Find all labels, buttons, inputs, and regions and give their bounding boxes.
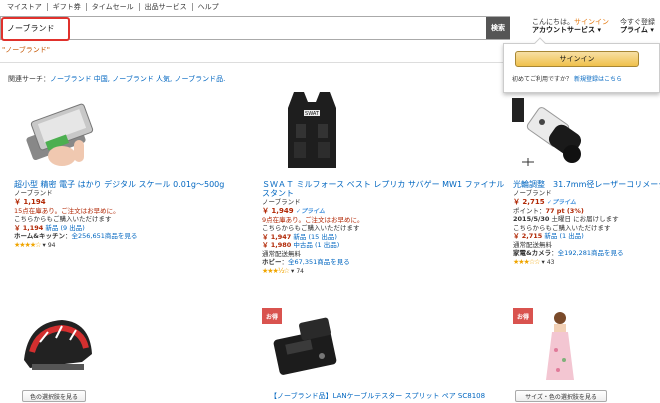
signin-popover: サインイン 初めてご利用ですか？ 新規登録はこちら — [503, 37, 660, 93]
new-user-text: 初めてご利用ですか？ 新規登録はこちら — [512, 76, 622, 83]
review-count[interactable]: 94 — [48, 242, 56, 249]
points-label: ポイント： — [513, 206, 546, 215]
account-menu[interactable]: こんにちは。サインイン アカウントサービス ▾ — [532, 18, 609, 34]
category-rank-link[interactable]: 全192,281商品を見る — [558, 249, 624, 257]
category-rank-link[interactable]: 全67,351商品を見る — [288, 258, 350, 266]
product-title[interactable]: ＳＷＡＴ ミルフォース ベスト レプリカ サバゲー MW1 ファイナル スタント — [262, 180, 507, 198]
header-signin-link[interactable]: サインイン — [574, 18, 609, 26]
star-rating-icon[interactable]: ★★★½☆ — [262, 267, 290, 275]
prime-register-label: 今すぐ登録 — [620, 18, 655, 26]
prime-label: プライム — [620, 26, 648, 34]
product-image-vest[interactable]: SWAT — [282, 88, 342, 174]
product-image-dress[interactable] — [530, 310, 590, 384]
register-link[interactable]: 新規登録はこちら — [574, 76, 622, 83]
shipping-info: 通常配送無料 — [262, 249, 301, 258]
other-price: ￥ 1,947 — [262, 232, 292, 241]
category-rank-link[interactable]: 全256,651商品を見る — [71, 232, 137, 240]
product-title-lan-tester[interactable]: 【ノーブランド品】LANケーブルテスター スプリット ペア SC8108 — [270, 391, 485, 401]
product-seller: ノーブランド — [513, 189, 552, 197]
prime-badge-icon: ✓プライム — [296, 207, 325, 215]
account-services-label: アカウントサービス — [532, 26, 595, 34]
divider — [0, 62, 510, 63]
review-count[interactable]: 43 — [547, 259, 555, 266]
related-label: 関連サーチ： — [8, 75, 50, 83]
prime-menu[interactable]: 今すぐ登録 プライム ▾ — [620, 18, 655, 34]
stock-status: 15点在庫あり。ご注文はお早めに。 — [14, 206, 120, 215]
chevron-down-icon: ▾ — [650, 26, 654, 34]
product-price: ￥ 1,194 — [14, 197, 46, 206]
used-price: ￥ 1,980 — [262, 241, 292, 249]
nav-seller-services[interactable]: 出品サービス — [140, 3, 193, 11]
chevron-down-icon: ▾ — [597, 26, 601, 34]
top-nav: マイストア ギフト券 タイムセール 出品サービス ヘルプ — [0, 0, 660, 14]
related-searches: 関連サーチ：ノーブランド 中国, ノーブランド 人気, ノーブランド品. — [8, 74, 225, 84]
points-value: 77 pt (3%) — [545, 206, 584, 215]
product-image-lan-tester[interactable] — [270, 316, 344, 382]
nav-my-store[interactable]: マイストア — [2, 3, 48, 11]
svg-text:SWAT: SWAT — [305, 111, 320, 117]
other-sellers-label: こちらからもご購入いただけます — [14, 215, 112, 223]
prime-badge-icon: ✓プライム — [547, 198, 576, 206]
stock-status: 9点在庫あり。ご注文はお早めに。 — [262, 215, 364, 224]
search-input[interactable]: ノーブランド — [0, 16, 510, 41]
color-options-button[interactable]: 色の選択肢を見る — [22, 390, 86, 402]
used-offers-link[interactable]: 中古品 (1 出品) — [293, 241, 339, 249]
product-image-helmet[interactable] — [18, 312, 96, 382]
search-button[interactable]: 検索 — [486, 17, 510, 39]
product-title[interactable]: 光輪調整 31.7mm径レーザーコリメーター — [513, 180, 660, 189]
star-rating-icon[interactable]: ★★★☆☆ — [513, 258, 540, 266]
review-count[interactable]: 74 — [296, 268, 304, 275]
product-title[interactable]: 超小型 精密 電子 はかり デジタル スケール 0.01g～500g — [14, 180, 229, 189]
search-query-text: ノーブランド — [7, 24, 55, 33]
product-image-scale[interactable] — [20, 90, 100, 170]
category-name[interactable]: ホーム&キッチン — [14, 232, 65, 240]
nav-gift-card[interactable]: ギフト券 — [48, 3, 87, 11]
nav-time-sale[interactable]: タイムセール — [87, 3, 140, 11]
delivery-date: 2015/5/30 — [513, 215, 550, 223]
product-price: ￥ 2,715 — [513, 197, 545, 206]
product-price: ￥ 1,949 — [262, 206, 294, 215]
other-sellers-label: こちらからもご購入いただけます — [262, 224, 360, 232]
other-sellers-label: こちらからもご購入いただけます — [513, 223, 611, 232]
size-color-options-button[interactable]: サイズ・色の選択肢を見る — [515, 390, 607, 402]
nav-help[interactable]: ヘルプ — [193, 3, 224, 11]
product-card-collimator: 光輪調整 31.7mm径レーザーコリメーター ノーブランド ￥ 2,715 ✓プ… — [513, 180, 660, 266]
other-price: ￥ 2,715 — [513, 232, 543, 240]
product-card-scale: 超小型 精密 電子 はかり デジタル スケール 0.01g～500g ノーブラン… — [14, 180, 229, 250]
greeting-text: こんにちは。 — [532, 18, 574, 26]
product-card-vest: ＳＷＡＴ ミルフォース ベスト レプリカ サバゲー MW1 ファイナル スタント… — [262, 180, 507, 276]
category-name[interactable]: ホビー — [262, 258, 282, 266]
other-offers-link[interactable]: 新品 (15 出品) — [293, 233, 336, 241]
star-rating-icon[interactable]: ★★★★☆ — [14, 241, 41, 249]
product-seller: ノーブランド — [262, 198, 301, 206]
signin-button[interactable]: サインイン — [515, 51, 639, 67]
other-offers-link[interactable]: 新品 (1 出品) — [544, 232, 583, 240]
breadcrumb: "ノーブランド" — [2, 46, 51, 54]
delivery-text: 土曜日 にお届けします — [551, 215, 619, 223]
shipping-info: 通常配送無料 — [513, 240, 552, 249]
product-image-collimator[interactable] — [510, 94, 586, 170]
product-seller: ノーブランド — [14, 189, 53, 197]
other-price: ￥ 1,194 — [14, 223, 44, 232]
caret-up-icon — [534, 37, 546, 49]
category-name[interactable]: 家電&カメラ — [513, 249, 551, 257]
other-offers-link[interactable]: 新品 (9 出品) — [45, 224, 84, 232]
related-links[interactable]: ノーブランド 中国, ノーブランド 人気, ノーブランド品. — [50, 75, 225, 83]
